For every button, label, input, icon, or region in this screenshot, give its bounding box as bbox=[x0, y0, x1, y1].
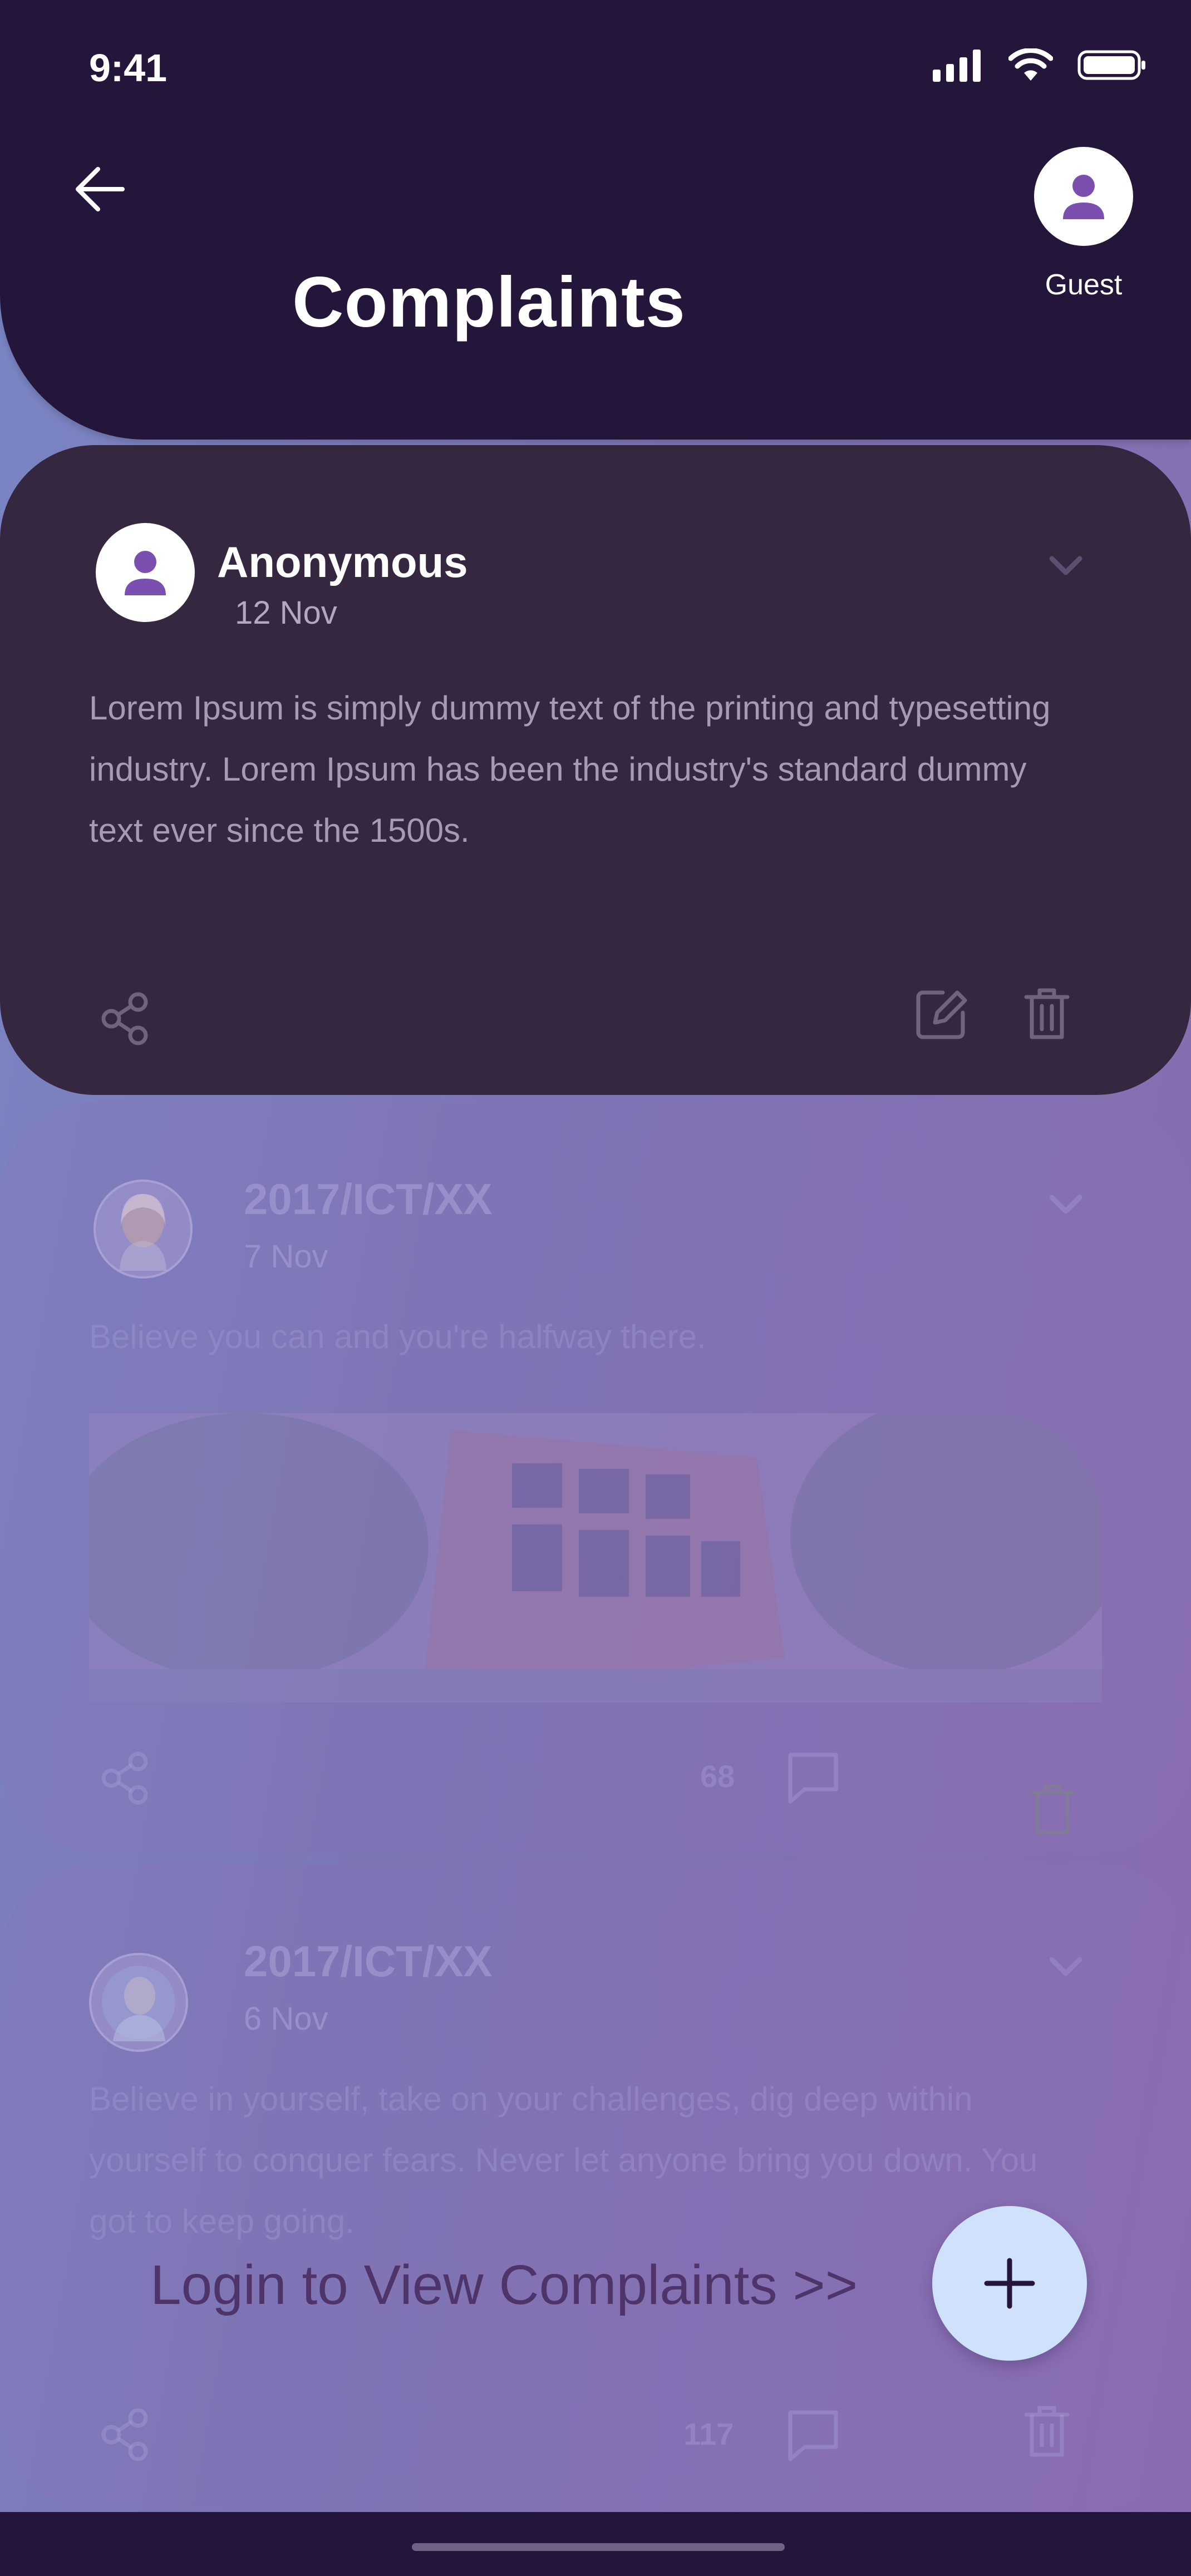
complaint-author: Anonymous bbox=[217, 537, 468, 586]
complaint-text: Lorem Ipsum is simply dummy text of the … bbox=[89, 689, 1051, 849]
delete-button[interactable] bbox=[1016, 2401, 1077, 2463]
person-photo-icon bbox=[102, 1966, 175, 2041]
battery-icon bbox=[1077, 50, 1145, 80]
comment-count: 117 bbox=[683, 2416, 734, 2451]
guest-label: Guest bbox=[1045, 269, 1123, 301]
complaint-card[interactable]: Anonymous 12 Nov Lorem Ipsum is simply d… bbox=[0, 445, 1191, 1095]
plus-icon bbox=[984, 2258, 1035, 2309]
comment-icon bbox=[788, 2410, 838, 2461]
share-icon bbox=[101, 1751, 148, 1805]
complaint-card[interactable]: 2017/ICT/XX 6 Nov Believe in yourself, t… bbox=[0, 1864, 1191, 2509]
app-header: 9:41 Complaints Guest bbox=[0, 0, 1191, 440]
comment-button[interactable] bbox=[782, 1746, 844, 1807]
share-button[interactable] bbox=[95, 2404, 156, 2465]
complaint-date: 7 Nov bbox=[244, 1238, 328, 1275]
person-icon bbox=[125, 551, 166, 595]
chevron-down-icon bbox=[1049, 1957, 1082, 1976]
share-button[interactable] bbox=[95, 1747, 156, 1808]
expand-button[interactable] bbox=[1041, 541, 1091, 591]
complaint-text: Believe you can and you're halfway there… bbox=[89, 1318, 706, 1355]
avatar bbox=[89, 1953, 188, 2052]
trash-icon bbox=[1024, 988, 1070, 1039]
status-time: 9:41 bbox=[89, 46, 168, 90]
expand-button[interactable] bbox=[1041, 1942, 1091, 1992]
back-button[interactable] bbox=[67, 156, 134, 223]
edit-button[interactable] bbox=[911, 984, 972, 1045]
comment-icon bbox=[788, 1753, 838, 1804]
chevron-down-icon bbox=[1049, 1195, 1082, 1214]
expand-button[interactable] bbox=[1041, 1180, 1091, 1230]
avatar bbox=[93, 1180, 193, 1279]
complaint-text: Believe in yourself, take on your challe… bbox=[89, 2080, 1038, 2240]
comment-count: 68 bbox=[700, 1759, 735, 1794]
signal-icon bbox=[933, 50, 981, 82]
complaint-photo bbox=[89, 1413, 1102, 1702]
delete-button[interactable] bbox=[1022, 1779, 1083, 1840]
comment-button[interactable] bbox=[782, 2404, 844, 2465]
add-complaint-button[interactable] bbox=[932, 2206, 1087, 2361]
guest-avatar[interactable] bbox=[1034, 147, 1133, 246]
share-icon bbox=[101, 992, 148, 1045]
back-arrow-icon bbox=[76, 167, 125, 211]
login-to-view-link[interactable]: Login to View Complaints >> bbox=[150, 2253, 858, 2317]
trash-icon bbox=[1024, 2406, 1070, 2457]
person-photo-icon bbox=[120, 1194, 166, 1271]
bottom-bar bbox=[0, 2512, 1191, 2576]
share-icon bbox=[101, 2408, 148, 2461]
delete-button[interactable] bbox=[1016, 984, 1077, 1045]
building-photo bbox=[89, 1413, 1102, 1702]
complaint-date: 12 Nov bbox=[235, 595, 337, 631]
complaint-author: 2017/ICT/XX bbox=[244, 1175, 493, 1223]
wifi-icon bbox=[1008, 48, 1053, 81]
avatar bbox=[96, 523, 195, 622]
edit-icon bbox=[916, 990, 967, 1039]
chevron-down-icon bbox=[1049, 556, 1082, 575]
complaint-author: 2017/ICT/XX bbox=[244, 1937, 493, 1986]
trash-icon bbox=[1030, 1784, 1075, 1835]
home-indicator[interactable] bbox=[412, 2543, 785, 2551]
share-button[interactable] bbox=[95, 988, 156, 1049]
status-icons bbox=[933, 46, 1146, 85]
page-title: Complaints bbox=[292, 263, 686, 342]
person-icon bbox=[1063, 175, 1104, 219]
complaint-date: 6 Nov bbox=[244, 2001, 328, 2037]
complaint-card[interactable]: 2017/ICT/XX 7 Nov Believe you can and yo… bbox=[0, 1102, 1191, 1853]
